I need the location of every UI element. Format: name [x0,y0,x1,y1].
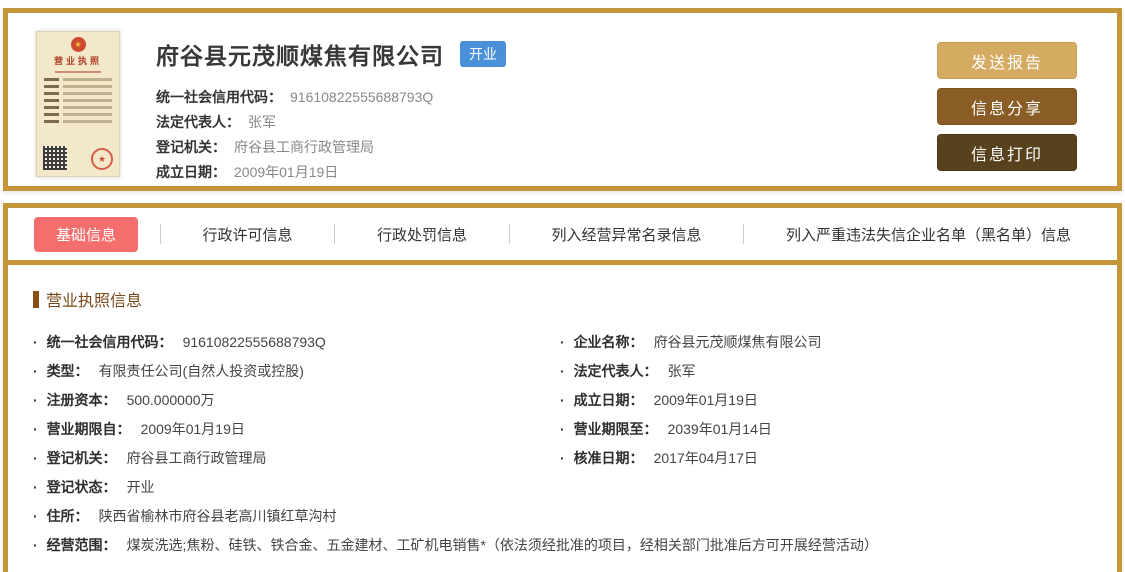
field-company-type: 类型：有限责任公司(自然人投资或控股) [33,357,560,386]
license-info-section: 营业执照信息 统一社会信用代码：91610822555688793Q 企业名称：… [8,265,1117,560]
tab-divider [508,224,510,244]
field-legal-rep: 法定代表人：张军 [560,357,1087,386]
license-text-lines [37,78,119,146]
section-title-bar [33,290,39,308]
header-field-reg-authority: 登记机关： 府谷县工商行政管理局 [156,139,374,155]
field-reg-status: 登记状态：开业 [33,473,560,502]
tab-divider [159,224,161,244]
field-reg-authority: 登记机关：府谷县工商行政管理局 [33,444,560,473]
header-field-credit-code: 统一社会信用代码： 91610822555688793Q [156,89,434,105]
company-header-card: ★ 营业执照 ★ 府谷县元茂顺煤焦有限公司 开业 统一社会信用代码： 916108… [3,8,1122,191]
field-establish-date: 成立日期：2009年01月19日 [560,386,1087,415]
detail-card: 基础信息 行政许可信息 行政处罚信息 列入经营异常名录信息 列入严重违法失信企业… [3,203,1122,572]
tab-divider [334,224,336,244]
tab-basic-info[interactable]: 基础信息 [34,216,139,252]
action-buttons: 发送报告 信息分享 信息打印 [937,42,1077,172]
field-business-scope: 经营范围：煤炭洗选;焦粉、硅铁、铁合金、五金建材、工矿机电销售*（依法须经批准的… [33,531,1087,560]
tab-bar: 基础信息 行政许可信息 行政处罚信息 列入经营异常名录信息 列入严重违法失信企业… [8,208,1117,265]
tab-admin-penalty[interactable]: 行政处罚信息 [357,217,487,252]
header-field-legal-rep: 法定代表人： 张军 [156,114,276,130]
field-term-to: 营业期限至：2039年01月14日 [560,415,1087,444]
field-company-name: 企业名称：府谷县元茂顺煤焦有限公司 [560,328,1087,357]
license-title: 营业执照 [53,56,102,66]
tab-admin-license[interactable]: 行政许可信息 [182,217,312,252]
red-seal-icon: ★ [91,148,113,170]
qr-code [43,146,67,170]
national-emblem-icon: ★ [70,37,86,52]
tab-blacklist[interactable]: 列入严重违法失信企业名单（黑名单）信息 [766,217,1091,252]
company-summary: 府谷县元茂顺煤焦有限公司 开业 统一社会信用代码： 916108225556887… [156,27,937,180]
field-address: 住所：陕西省榆林市府谷县老高川镇红草沟村 [33,502,1087,531]
section-title: 营业执照信息 [33,287,1087,311]
tab-abnormal-operations-list[interactable]: 列入经营异常名录信息 [531,217,721,252]
license-subtitle-line [55,71,101,73]
status-badge: 开业 [460,41,506,67]
business-license-thumbnail: ★ 营业执照 ★ [36,31,120,177]
field-registered-capital: 注册资本：500.000000万 [33,386,560,415]
field-term-from: 营业期限自：2009年01月19日 [33,415,560,444]
tab-divider [743,224,745,244]
print-info-button[interactable]: 信息打印 [937,134,1077,171]
field-credit-code: 统一社会信用代码：91610822555688793Q [33,328,560,357]
header-field-establish-date: 成立日期： 2009年01月19日 [156,164,339,180]
field-approval-date: 核准日期：2017年04月17日 [560,444,1087,473]
share-info-button[interactable]: 信息分享 [937,88,1077,125]
company-name-title: 府谷县元茂顺煤焦有限公司 [156,43,444,69]
fields-grid: 统一社会信用代码：91610822555688793Q 企业名称：府谷县元茂顺煤… [33,328,1087,560]
send-report-button[interactable]: 发送报告 [937,42,1077,79]
